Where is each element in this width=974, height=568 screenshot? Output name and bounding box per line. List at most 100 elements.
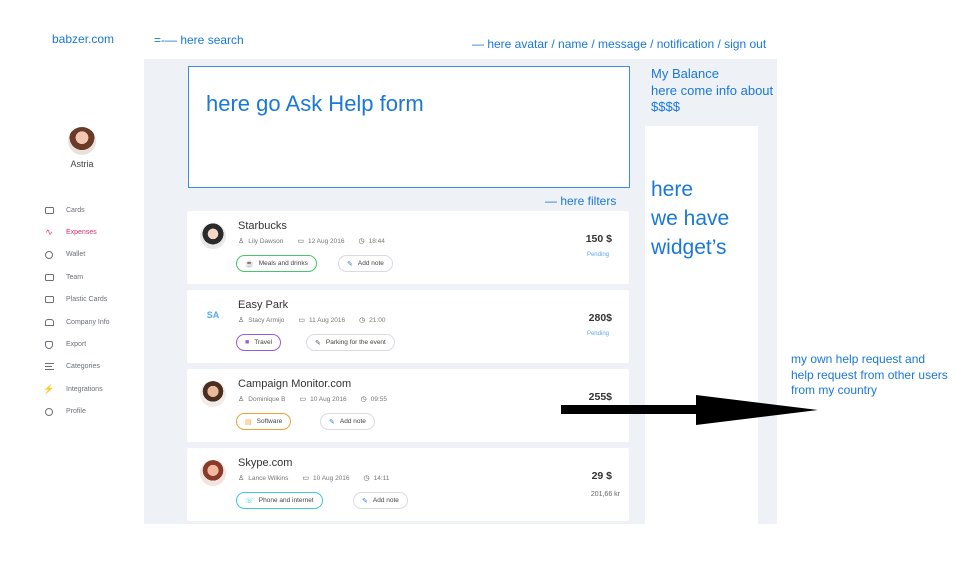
add-note-button[interactable]: ✎ Add note: [320, 413, 375, 430]
widget-line: we have: [651, 207, 730, 230]
meals-icon: ☕: [245, 260, 254, 268]
user-icon: ♙: [238, 396, 245, 403]
expense-date: 10 Aug 2016: [313, 474, 350, 482]
sidebar-item-label: Wallet: [66, 251, 86, 259]
sidebar-item-label: Profile: [66, 408, 86, 416]
category-chip[interactable]: ☏ Phone and internet: [236, 492, 323, 509]
annotation-line: help request from other users: [791, 367, 948, 382]
sidebar-item-export[interactable]: Export: [44, 333, 110, 355]
expense-user: Stacy Armijo: [248, 316, 285, 324]
user-avatar: [200, 381, 226, 407]
user-avatar-initials: SA: [200, 302, 226, 328]
expense-meta: ♙ Stacy Armijo ▭ 11 Aug 2016 ◷ 21:00: [238, 316, 399, 325]
building-icon: [44, 317, 54, 327]
arrow-right-icon: [561, 395, 818, 425]
sidebar-item-integrations[interactable]: ⚡ Integrations: [43, 378, 110, 400]
clock-icon: ◷: [363, 475, 370, 482]
expense-date: 12 Aug 2016: [307, 237, 345, 245]
expense-user: Lance Wilkins: [248, 474, 289, 482]
expense-amount: 150 $: [585, 233, 612, 245]
category-chip[interactable]: ▤ Software: [236, 413, 292, 430]
widget-line: here: [651, 178, 694, 201]
user-avatar: [200, 223, 226, 249]
team-icon: [44, 272, 54, 282]
luggage-icon: ■: [245, 339, 250, 346]
user-icon: ♙: [238, 475, 245, 482]
sidebar-item-label: Export: [66, 341, 87, 349]
search-annotation: =-— here search: [154, 33, 244, 47]
sidebar-item-label: Expenses: [66, 229, 97, 237]
category-label: Travel: [254, 339, 273, 346]
expense-time: 09:55: [370, 395, 388, 403]
sidebar-item-plastic-cards[interactable]: Plastic Cards: [44, 289, 110, 311]
note-label: Parking for the event: [325, 339, 386, 346]
card-icon: [44, 205, 54, 215]
pulse-icon: ∿: [45, 227, 53, 238]
edit-icon: ✎: [362, 497, 368, 505]
edit-icon: ✎: [329, 418, 335, 426]
expense-meta: ♙ Lily Dawson ▭ 12 Aug 2016 ◷ 18:44: [238, 237, 399, 246]
expense-time: 14:11: [373, 474, 390, 482]
wallet-icon: [44, 250, 54, 260]
add-note-button[interactable]: ✎ Add note: [338, 255, 393, 272]
calendar-icon: ▭: [298, 317, 306, 324]
calendar-icon: ▭: [299, 396, 307, 403]
expense-date: 10 Aug 2016: [310, 395, 347, 403]
sidebar-item-label: Cards: [66, 206, 85, 214]
merchant-name: Easy Park: [238, 299, 289, 311]
category-chip[interactable]: ☕ Meals and drinks: [236, 255, 317, 272]
brand-label[interactable]: babzer.com: [52, 32, 114, 46]
note-label: Add note: [372, 497, 399, 504]
user-icon: ♙: [238, 238, 245, 245]
expense-amount: 29 $: [591, 470, 612, 482]
expense-card[interactable]: Skype.com ♙ Lance Wilkins ▭ 10 Aug 2016 ◷ 1…: [187, 448, 629, 521]
note-label: Add note: [357, 260, 384, 267]
expense-time: 18:44: [368, 237, 385, 245]
sidebar-item-wallet[interactable]: Wallet: [44, 244, 110, 266]
note-button[interactable]: ✎ Parking for the event: [306, 334, 395, 351]
category-label: Meals and drinks: [258, 260, 308, 267]
expense-user: Dominique B: [248, 395, 286, 403]
sidebar-item-team[interactable]: Team: [44, 266, 110, 288]
profile-icon: [44, 407, 54, 417]
expense-card[interactable]: SA Easy Park ♙ Stacy Armijo ▭ 11 Aug 2016 …: [187, 290, 629, 363]
sidebar-item-cards[interactable]: Cards: [44, 199, 110, 221]
sidebar-nav: Cards ∿ Expenses Wallet Team Plastic Car…: [43, 199, 110, 423]
sidebar-item-label: Plastic Cards: [66, 296, 108, 304]
list-icon: [44, 362, 54, 372]
category-label: Phone and internet: [258, 497, 314, 504]
calendar-icon: ▭: [297, 238, 304, 245]
expense-meta: ♙ Dominique B ▭ 10 Aug 2016 ◷ 09:55: [238, 395, 401, 404]
add-note-button[interactable]: ✎ Add note: [353, 492, 408, 509]
filters-annotation: — here filters: [545, 194, 617, 208]
clock-icon: ◷: [360, 396, 367, 403]
annotation-line: from my country: [791, 383, 878, 397]
sidebar-item-company-info[interactable]: Company Info: [44, 311, 110, 333]
plastic-card-icon: [44, 295, 54, 305]
sidebar-item-label: Team: [66, 273, 84, 281]
sidebar-item-expenses[interactable]: ∿ Expenses: [44, 221, 110, 243]
expense-card[interactable]: Starbucks ♙ Lily Dawson ▭ 12 Aug 2016 ◷ 18:…: [187, 211, 629, 284]
clock-icon: ◷: [359, 317, 366, 324]
sidebar-item-categories[interactable]: Categories: [44, 356, 110, 378]
user-avatar: [200, 460, 226, 486]
widget-line: widget’s: [651, 236, 727, 259]
note-label: Add note: [339, 418, 366, 425]
sidebar-item-profile[interactable]: Profile: [44, 401, 110, 423]
edit-icon: ✎: [347, 260, 353, 268]
merchant-name: Starbucks: [238, 220, 287, 232]
expense-amount: 280$: [588, 312, 612, 324]
ask-help-form-placeholder[interactable]: here go Ask Help form: [188, 66, 630, 188]
annotation-line: my own help request and: [791, 352, 926, 366]
expense-date: 11 Aug 2016: [309, 316, 346, 324]
merchant-name: Campaign Monitor.com: [238, 378, 352, 390]
converted-amount: 201,66 kr: [590, 491, 620, 498]
category-label: Software: [256, 418, 283, 425]
category-chip[interactable]: ■ Travel: [236, 334, 282, 351]
phone-icon: ☏: [245, 497, 254, 505]
profile-avatar[interactable]: [68, 127, 96, 155]
status-label: Pending: [586, 252, 609, 258]
widget-annotation: here we have widget’s: [651, 175, 729, 262]
header-annotation: — here avatar / name / message / notific…: [472, 37, 767, 51]
sidebar-item-label: Company Info: [66, 318, 110, 326]
